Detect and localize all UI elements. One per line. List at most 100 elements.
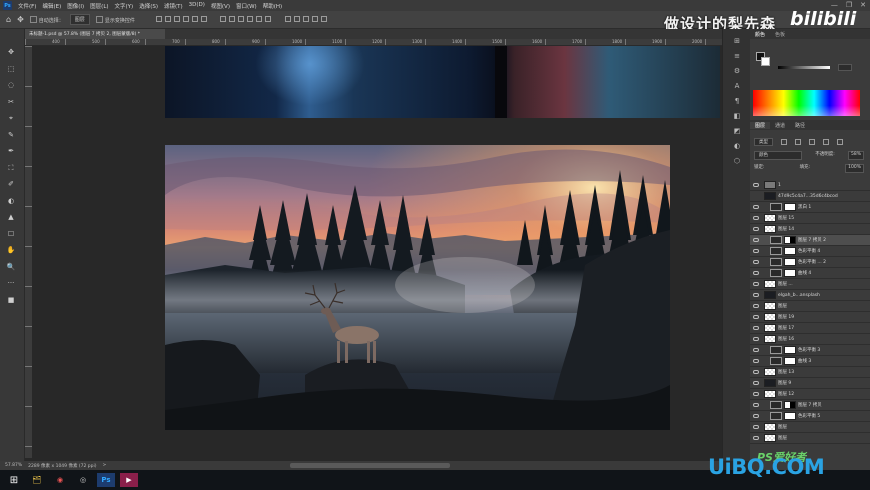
layer-row[interactable]: 曲线 4 <box>750 268 870 279</box>
visibility-eye-icon[interactable] <box>753 315 759 319</box>
distribute-top-icon[interactable] <box>220 15 227 22</box>
filter-shape-icon[interactable] <box>823 138 829 145</box>
menu-item[interactable]: 窗口(W) <box>233 2 260 10</box>
visibility-eye-icon[interactable] <box>753 282 759 286</box>
dodge-tool-icon[interactable]: ◐ <box>5 196 17 206</box>
visibility-eye-icon[interactable] <box>753 304 759 308</box>
more-tools-icon[interactable]: ··· <box>5 278 17 288</box>
layer-row[interactable]: 图层 <box>750 422 870 433</box>
visibility-eye-icon[interactable] <box>753 414 759 418</box>
document-tab[interactable]: 未标题-1.psd @ 57.8% (图层 7 拷贝 2, 图层蒙版/8) * <box>25 29 165 39</box>
opacity-input[interactable]: 58% <box>847 151 864 160</box>
visibility-eye-icon[interactable] <box>753 337 759 341</box>
filter-type-icon[interactable] <box>809 138 815 145</box>
move-tool-icon[interactable]: ✥ <box>5 47 17 57</box>
layer-mask-thumbnail[interactable] <box>784 247 796 255</box>
brightness-slider[interactable] <box>778 66 830 69</box>
pen-tool-icon[interactable]: ✒ <box>5 146 17 156</box>
distribute-right-icon[interactable] <box>265 15 272 22</box>
layer-row[interactable]: 色彩平衡 5 <box>750 411 870 422</box>
visibility-eye-icon[interactable] <box>753 293 759 297</box>
align-left-icon[interactable] <box>155 15 162 22</box>
layer-mask-thumbnail[interactable] <box>784 412 796 420</box>
visibility-eye-icon[interactable] <box>753 348 759 352</box>
visibility-eye-icon[interactable] <box>753 271 759 275</box>
character-icon[interactable]: A <box>731 82 743 92</box>
libraries-icon[interactable]: ◧ <box>731 112 743 122</box>
visibility-eye-icon[interactable] <box>753 227 759 231</box>
layer-mask-thumbnail[interactable] <box>784 401 796 409</box>
zoom-readout[interactable]: 57.87% <box>5 463 22 468</box>
visibility-eye-icon[interactable] <box>753 238 759 242</box>
align-bottom-icon[interactable] <box>200 15 207 22</box>
start-button-icon[interactable]: ⊞ <box>5 473 23 487</box>
color-swatch-icon[interactable]: ■ <box>5 295 17 305</box>
layer-mask-thumbnail[interactable] <box>784 269 796 277</box>
chrome-icon[interactable]: ◉ <box>51 473 69 487</box>
eraser-tool-icon[interactable]: ✐ <box>5 179 17 189</box>
3d-slide-icon[interactable] <box>321 15 328 22</box>
visibility-eye-icon[interactable] <box>753 381 759 385</box>
menu-item[interactable]: 图层(L) <box>87 2 111 10</box>
marquee-tool-icon[interactable]: ⬚ <box>5 64 17 74</box>
horizontal-scrollbar[interactable] <box>290 463 450 468</box>
distribute-left-icon[interactable] <box>247 15 254 22</box>
slider-value-box[interactable] <box>838 64 852 71</box>
distribute-middle-icon[interactable] <box>229 15 236 22</box>
tab-color[interactable]: 颜色 <box>750 31 770 38</box>
visibility-eye-icon[interactable] <box>753 326 759 330</box>
home-icon[interactable]: ⌂ <box>6 15 11 24</box>
distribute-center-icon[interactable] <box>256 15 263 22</box>
visibility-eye-icon[interactable] <box>753 403 759 407</box>
show-transform-checkbox[interactable]: 显示变换控件 <box>96 16 135 24</box>
menu-item[interactable]: 视图(V) <box>208 2 233 10</box>
stamp-tool-icon[interactable]: ⛶ <box>5 163 17 173</box>
3d-icon[interactable]: ⬡ <box>731 157 743 167</box>
video-app-icon[interactable]: ▶ <box>120 473 138 487</box>
close-icon[interactable]: ✕ <box>860 1 866 9</box>
visibility-eye-icon[interactable] <box>753 425 759 429</box>
menu-item[interactable]: 文件(F) <box>15 2 39 10</box>
layer-row[interactable]: 图层 16 <box>750 334 870 345</box>
rectangle-tool-icon[interactable]: ☐ <box>5 229 17 239</box>
layer-kind-filter[interactable]: 类型 <box>754 137 773 146</box>
properties-icon[interactable]: ≡ <box>731 52 743 62</box>
visibility-eye-icon[interactable] <box>753 205 759 209</box>
auto-select-target-dropdown[interactable]: 图层 <box>69 14 90 25</box>
adjustments-icon[interactable]: ⚙ <box>731 67 743 77</box>
visibility-eye-icon[interactable] <box>753 249 759 253</box>
visibility-eye-icon[interactable] <box>753 216 759 220</box>
auto-select-checkbox[interactable]: 自动选择： <box>30 16 64 24</box>
layer-row[interactable]: 图层 <box>750 301 870 312</box>
brush-settings-icon[interactable]: ◐ <box>731 142 743 152</box>
distribute-bottom-icon[interactable] <box>238 15 245 22</box>
shape-tool-icon[interactable]: ▲ <box>5 212 17 222</box>
layer-row[interactable]: 色彩平衡 ... 2 <box>750 257 870 268</box>
layer-row[interactable]: 图层 14 <box>750 224 870 235</box>
layer-row[interactable]: 曲线 3 <box>750 356 870 367</box>
layer-mask-thumbnail[interactable] <box>784 236 796 244</box>
lasso-tool-icon[interactable]: ◌ <box>5 80 17 90</box>
layer-row[interactable]: 黑白 1 <box>750 202 870 213</box>
fill-input[interactable]: 100% <box>845 164 864 173</box>
layer-mask-thumbnail[interactable] <box>784 203 796 211</box>
main-photo-canvas[interactable] <box>165 145 670 430</box>
layer-row[interactable]: elgah_b...ansplash <box>750 290 870 301</box>
paragraph-icon[interactable]: ¶ <box>731 97 743 107</box>
blend-mode-dropdown[interactable]: 颜色 <box>754 151 802 160</box>
menu-item[interactable]: 3D(D) <box>186 2 208 10</box>
app-icon[interactable]: ◎ <box>74 473 92 487</box>
color-spectrum[interactable] <box>753 90 860 116</box>
tab-paths[interactable]: 路径 <box>790 122 810 129</box>
layer-row[interactable]: 图层 15 <box>750 213 870 224</box>
layer-row[interactable]: 色彩平衡 4 <box>750 246 870 257</box>
status-expand-arrow[interactable]: > <box>103 463 107 468</box>
layer-mask-thumbnail[interactable] <box>784 357 796 365</box>
filter-smart-icon[interactable] <box>837 138 843 145</box>
3d-pan-icon[interactable] <box>312 15 319 22</box>
layer-row[interactable]: 图层 12 <box>750 389 870 400</box>
menu-item[interactable]: 帮助(H) <box>260 2 285 10</box>
visibility-eye-icon[interactable] <box>753 260 759 264</box>
layer-row[interactable]: 图层 17 <box>750 323 870 334</box>
layer-row[interactable]: 47d9c5c4a7...35d6c4bcod <box>750 191 870 202</box>
